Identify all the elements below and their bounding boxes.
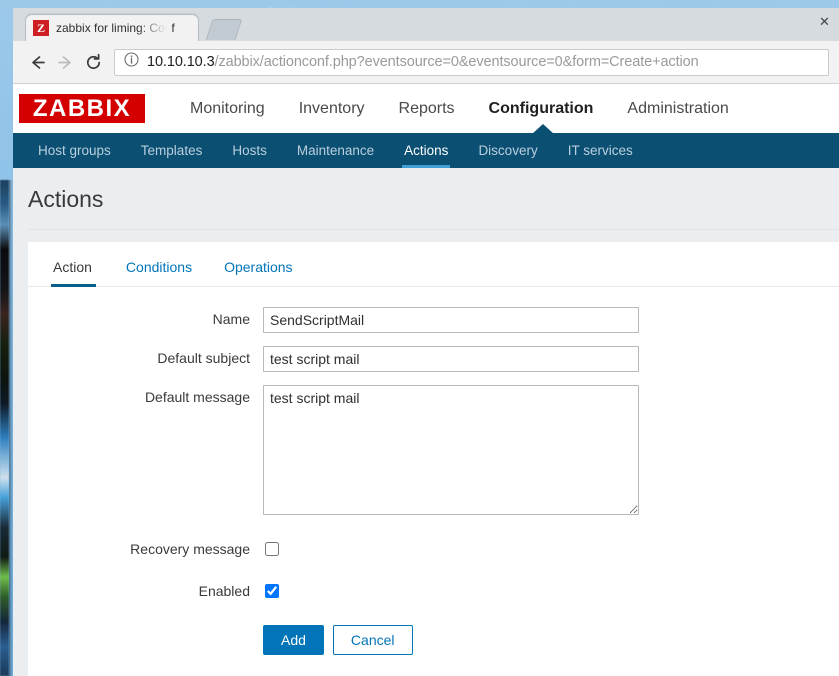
info-circle-icon[interactable]: [124, 52, 139, 72]
subnav-item-it-services[interactable]: IT services: [553, 133, 648, 168]
close-icon[interactable]: ✕: [817, 14, 832, 29]
name-input[interactable]: [263, 307, 639, 333]
form-row-default-message: Default message test script mail: [28, 385, 839, 515]
form-row-name: Name: [28, 307, 839, 333]
tab-action[interactable]: Action: [51, 259, 110, 287]
action-form: Name Default subject Default message tes…: [28, 287, 839, 655]
sub-navigation: Host groups Templates Hosts Maintenance …: [13, 124, 839, 168]
page-viewport: ZABBIX Monitoring Inventory Reports Conf…: [13, 84, 839, 676]
default-message-textarea[interactable]: test script mail: [263, 385, 639, 515]
add-button[interactable]: Add: [263, 625, 324, 655]
nav-item-monitoring[interactable]: Monitoring: [173, 100, 282, 118]
enabled-label: Enabled: [198, 583, 250, 599]
default-subject-label: Default subject: [157, 350, 250, 366]
address-bar[interactable]: 10.10.10.3/zabbix/actionconf.php?eventso…: [114, 48, 829, 76]
arrow-right-icon[interactable]: [51, 48, 79, 76]
nav-item-inventory[interactable]: Inventory: [282, 100, 382, 118]
page-body: Actions Action Conditions Operations Nam…: [13, 168, 839, 676]
nav-item-administration[interactable]: Administration: [610, 100, 745, 118]
nav-item-configuration[interactable]: Configuration: [472, 100, 611, 118]
recovery-message-checkbox[interactable]: [265, 542, 279, 556]
form-row-enabled: Enabled: [28, 579, 839, 604]
form-row-default-subject: Default subject: [28, 346, 839, 372]
page-title: Actions: [28, 186, 104, 212]
address-bar-text: 10.10.10.3/zabbix/actionconf.php?eventso…: [147, 54, 699, 70]
action-form-card: Action Conditions Operations Name Defaul…: [28, 242, 839, 676]
zabbix-header: ZABBIX Monitoring Inventory Reports Conf…: [13, 84, 839, 133]
name-label: Name: [212, 311, 250, 327]
zabbix-favicon: Z: [33, 20, 49, 36]
browser-tab[interactable]: Z zabbix for liming: Conf: [25, 14, 199, 41]
new-tab-button[interactable]: [205, 19, 243, 40]
tab-conditions[interactable]: Conditions: [110, 259, 208, 286]
browser-toolbar: 10.10.10.3/zabbix/actionconf.php?eventso…: [13, 41, 839, 84]
title-divider: [28, 229, 839, 230]
enabled-checkbox[interactable]: [265, 584, 279, 598]
default-subject-input[interactable]: [263, 346, 639, 372]
form-row-recovery-message: Recovery message: [28, 537, 839, 562]
subnav-item-discovery[interactable]: Discovery: [463, 133, 552, 168]
subnav-item-actions[interactable]: Actions: [389, 133, 463, 168]
arrow-left-icon[interactable]: [23, 48, 51, 76]
address-bar-path: /zabbix/actionconf.php?eventsource=0&eve…: [214, 54, 699, 70]
zabbix-logo[interactable]: ZABBIX: [19, 94, 145, 123]
subnav-item-hosts[interactable]: Hosts: [217, 133, 282, 168]
reload-icon[interactable]: [79, 48, 107, 76]
subnav-item-maintenance[interactable]: Maintenance: [282, 133, 389, 168]
browser-window: Z zabbix for liming: Conf ✕ 10.10.10.3/z…: [13, 8, 839, 676]
background-window-strip: [0, 180, 9, 676]
main-navigation: Monitoring Inventory Reports Configurati…: [173, 84, 746, 133]
browser-tab-strip: Z zabbix for liming: Conf ✕: [13, 8, 839, 41]
subnav-item-host-groups[interactable]: Host groups: [23, 133, 126, 168]
subnav-item-templates[interactable]: Templates: [126, 133, 218, 168]
form-tab-bar: Action Conditions Operations: [28, 242, 839, 287]
nav-item-reports[interactable]: Reports: [382, 100, 472, 118]
tab-operations[interactable]: Operations: [208, 259, 308, 286]
browser-tab-title: zabbix for liming: Conf: [56, 21, 175, 35]
cancel-button[interactable]: Cancel: [332, 625, 413, 655]
recovery-message-label: Recovery message: [130, 541, 250, 557]
address-bar-host: 10.10.10.3: [147, 54, 215, 70]
default-message-label: Default message: [144, 389, 250, 405]
form-row-buttons: Add Cancel: [28, 625, 839, 655]
